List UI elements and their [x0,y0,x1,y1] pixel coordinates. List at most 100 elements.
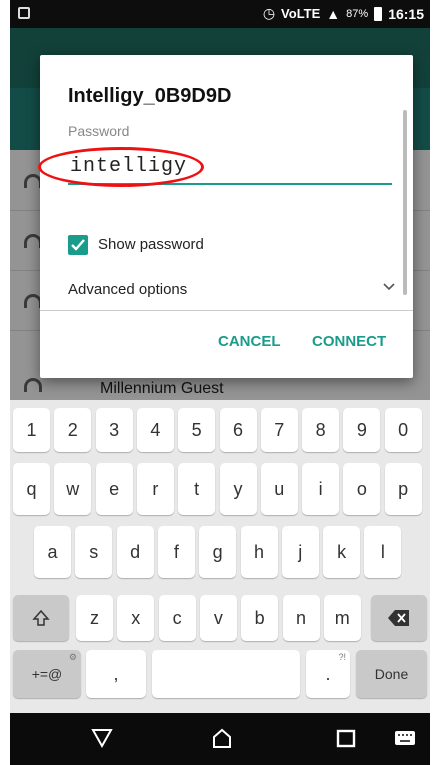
number-key-label: 3 [109,419,120,440]
letter-key[interactable]: r [136,463,174,515]
home-icon[interactable] [210,727,234,749]
password-label: Password [68,123,130,139]
letter-key-label: t [194,478,200,499]
letter-key[interactable]: c [158,595,196,641]
status-icons: ◷ VoLTE ▲ 87% 16:15 [263,5,424,22]
letter-key[interactable]: p [384,463,422,515]
navigation-bar [10,713,430,765]
letter-key-label: z [90,607,99,628]
number-key[interactable]: 0 [384,408,422,452]
dialog-scrollbar[interactable] [403,110,407,295]
letter-key[interactable]: e [95,463,133,515]
letter-key[interactable]: k [323,526,361,578]
space-key[interactable] [152,650,300,698]
number-key-label: 7 [274,419,285,440]
letter-key[interactable]: q [13,463,50,515]
letter-key[interactable]: u [260,463,298,515]
number-key-label: 6 [232,419,243,440]
backspace-key[interactable] [371,595,427,641]
letter-key[interactable]: t [178,463,216,515]
letter-key[interactable]: y [219,463,257,515]
comma-key[interactable]: , [86,650,146,698]
show-password-label[interactable]: Show password [98,236,204,253]
letter-key[interactable]: b [241,595,279,641]
network-name-title: Intelligy_0B9D9D [68,85,232,107]
letter-key[interactable]: j [281,526,319,578]
letter-key[interactable]: v [199,595,237,641]
signal-icon: ▲ [326,5,341,22]
letter-key[interactable]: i [302,463,340,515]
notification-icon [18,7,30,19]
show-password-checkbox[interactable] [68,235,88,255]
letter-key-label: b [254,607,265,628]
number-key[interactable]: 5 [178,408,216,452]
shift-icon [32,609,50,626]
number-key[interactable]: 7 [260,408,298,452]
number-key-label: 8 [315,419,326,440]
number-key-label: 1 [26,419,37,440]
letter-key[interactable]: d [116,526,154,578]
letter-key[interactable]: o [343,463,381,515]
letter-key-label: g [212,541,223,562]
letter-key-label: l [380,541,385,562]
number-key[interactable]: 8 [302,408,340,452]
number-key[interactable]: 9 [343,408,381,452]
period-key[interactable]: . ?! [306,650,350,698]
letter-key-label: u [274,478,285,499]
letter-key-label: p [398,478,409,499]
symbols-key-label: +=@ [31,666,63,682]
carrier-text: VoLTE [281,6,321,21]
letter-key[interactable]: g [199,526,237,578]
keyboard-icon[interactable] [393,727,417,749]
back-triangle-icon[interactable] [90,727,114,749]
letter-key[interactable]: w [54,463,92,515]
letter-key-label: q [26,478,37,499]
letter-key-label: s [89,541,99,562]
number-key-label: 9 [356,419,367,440]
advanced-options-label[interactable]: Advanced options [68,281,187,298]
battery-icon [374,6,383,21]
letter-key-label: x [131,607,141,628]
letter-key[interactable]: s [75,526,113,578]
letter-key[interactable]: x [117,595,155,641]
backspace-icon [388,610,409,626]
letter-key[interactable]: a [34,526,71,578]
soft-keyboard: 1234567890 qwertyuiop asdfghjkl zxcvbnm … [10,400,430,713]
letter-key[interactable]: f [157,526,195,578]
recents-square-icon[interactable] [335,727,357,749]
letter-key[interactable]: z [76,595,113,641]
letter-key-label: m [334,607,350,628]
punctuation-hint: ?! [338,652,346,662]
number-key[interactable]: 1 [13,408,50,452]
number-key[interactable]: 2 [54,408,92,452]
letter-key-label: e [109,478,120,499]
letter-key[interactable]: m [323,595,361,641]
letter-key-label: f [173,541,179,562]
letter-key-label: a [47,541,58,562]
letter-key-label: n [295,607,306,628]
settings-gear-icon: ⚙ [68,652,77,662]
red-highlight-ellipse [38,147,204,187]
cancel-button[interactable]: CANCEL [218,333,281,350]
letter-key-label: y [233,478,243,499]
number-key[interactable]: 3 [95,408,133,452]
number-key-label: 2 [67,419,78,440]
letter-key[interactable]: l [364,526,402,578]
wifi-connect-dialog: Intelligy_0B9D9D Password intelligy Show… [38,55,413,378]
letter-key[interactable]: h [240,526,278,578]
alarm-icon: ◷ [262,5,276,21]
letter-key[interactable]: n [282,595,320,641]
number-key[interactable]: 4 [136,408,174,452]
number-key[interactable]: 6 [219,408,257,452]
shift-key[interactable] [13,595,69,641]
dialog-divider [40,310,413,311]
chevron-down-icon[interactable] [382,280,396,294]
letter-key-label: r [152,478,159,499]
status-bar: ◷ VoLTE ▲ 87% 16:15 [10,0,430,28]
connect-button[interactable]: CONNECT [312,333,386,350]
number-key-label: 0 [398,419,409,440]
letter-key-label: h [253,541,264,562]
symbols-key[interactable]: +=@ ⚙ [13,650,81,698]
done-key[interactable]: Done [356,650,427,698]
letter-key-label: w [66,478,80,499]
